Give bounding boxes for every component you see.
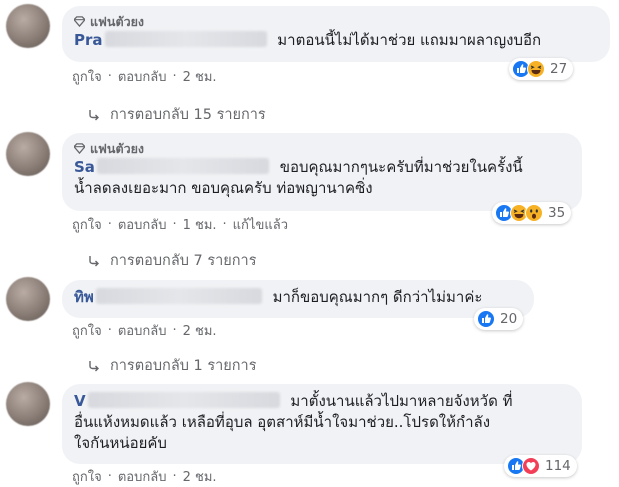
like-link[interactable]: ถูกใจ bbox=[72, 214, 102, 235]
comment-text-line: Pra มาตอนนี้ไม่ได้มาช่วย แถมมาผลาญงบอีก bbox=[74, 30, 598, 51]
reply-arrow-icon bbox=[89, 360, 99, 371]
separator: · bbox=[107, 469, 112, 484]
comment-text-line: V มาตั้งนานแล้วไปมาหลายจังหวัด ที่ bbox=[74, 391, 570, 412]
timestamp[interactable]: 2 ชม. bbox=[183, 466, 217, 487]
blurred-name bbox=[95, 288, 262, 304]
comment-actions: ถูกใจ · ตอบกลับ · 2 ชม. bbox=[72, 320, 217, 341]
comment-text: มาตั้งนานแล้วไปมาหลายจังหวัด ที่ bbox=[290, 392, 513, 410]
diamond-icon bbox=[74, 143, 85, 154]
comment-text: มาตอนนี้ไม่ได้มาช่วย แถมมาผลาญงบอีก bbox=[277, 31, 542, 49]
reply-link[interactable]: ตอบกลับ bbox=[118, 66, 167, 87]
comment-text: น้ำลดลงเยอะมาก ขอบคุณครับ ท่อพญานาคซิ่ง bbox=[74, 179, 373, 197]
author-name[interactable]: Pra bbox=[74, 31, 103, 49]
like-link[interactable]: ถูกใจ bbox=[72, 320, 102, 341]
avatar[interactable] bbox=[6, 277, 50, 321]
comment-bubble: แฟนตัวยง Pra มาตอนนี้ไม่ได้มาช่วย แถมมาผ… bbox=[62, 6, 610, 62]
separator: · bbox=[172, 69, 177, 84]
comment-bubble: แฟนตัวยง Sa ขอบคุณมากๆนะครับที่มาช่วยในค… bbox=[62, 133, 582, 211]
avatar[interactable] bbox=[6, 132, 50, 176]
comment-text-line: อื่นแห้งหมดแล้ว เหลือที่อุบล อุตสาห์มีน้… bbox=[74, 412, 570, 433]
top-fan-badge: แฟนตัวยง bbox=[74, 13, 598, 30]
badge-label: แฟนตัวยง bbox=[90, 13, 145, 29]
view-replies-link[interactable]: การตอบกลับ 1 รายการ bbox=[88, 354, 257, 377]
separator: · bbox=[107, 323, 112, 338]
haha-reaction-icon bbox=[527, 60, 545, 78]
reactions-summary[interactable]: 35 bbox=[492, 202, 572, 224]
top-fan-badge: แฟนตัวยง bbox=[74, 140, 570, 157]
timestamp[interactable]: 1 ชม. bbox=[183, 214, 217, 235]
comment-text-line: Sa ขอบคุณมากๆนะครับที่มาช่วยในครั้งนี้ bbox=[74, 157, 570, 178]
separator: · bbox=[172, 323, 177, 338]
reply-arrow-icon bbox=[89, 109, 99, 120]
comment-text: ขอบคุณมากๆนะครับที่มาช่วยในครั้งนี้ bbox=[279, 158, 523, 176]
reply-link[interactable]: ตอบกลับ bbox=[118, 466, 167, 487]
timestamp[interactable]: 2 ชม. bbox=[183, 66, 217, 87]
comment-bubble: V มาตั้งนานแล้วไปมาหลายจังหวัด ที่ อื่นแ… bbox=[62, 384, 582, 464]
comment-text: อื่นแห้งหมดแล้ว เหลือที่อุบล อุตสาห์มีน้… bbox=[74, 413, 491, 431]
comment-actions: ถูกใจ · ตอบกลับ · 2 ชม. bbox=[72, 466, 217, 487]
timestamp[interactable]: 2 ชม. bbox=[183, 320, 217, 341]
author-name[interactable]: ทิพ bbox=[74, 288, 94, 306]
view-replies-link[interactable]: การตอบกลับ 7 รายการ bbox=[88, 249, 257, 272]
reaction-count: 27 bbox=[550, 61, 568, 77]
edited-label[interactable]: แก้ไขแล้ว bbox=[233, 214, 288, 235]
comment-text-line: ใจกันหน่อยคับ bbox=[74, 433, 570, 454]
reply-link[interactable]: ตอบกลับ bbox=[118, 320, 167, 341]
diamond-icon bbox=[74, 16, 85, 27]
author-name[interactable]: Sa bbox=[74, 158, 95, 176]
like-link[interactable]: ถูกใจ bbox=[72, 466, 102, 487]
author-name[interactable]: V bbox=[74, 392, 86, 410]
view-replies-link[interactable]: การตอบกลับ 15 รายการ bbox=[88, 103, 266, 126]
reaction-count: 35 bbox=[548, 205, 566, 221]
avatar[interactable] bbox=[6, 4, 50, 48]
reply-arrow-icon bbox=[89, 255, 99, 266]
avatar[interactable] bbox=[6, 382, 50, 426]
reply-link[interactable]: ตอบกลับ bbox=[118, 214, 167, 235]
comment-text: ใจกันหน่อยคับ bbox=[74, 434, 167, 452]
replies-count-label: การตอบกลับ 15 รายการ bbox=[110, 107, 266, 123]
love-reaction-icon bbox=[522, 457, 540, 475]
comment-actions: ถูกใจ · ตอบกลับ · 1 ชม. · แก้ไขแล้ว bbox=[72, 214, 288, 235]
separator: · bbox=[172, 469, 177, 484]
replies-count-label: การตอบกลับ 1 รายการ bbox=[110, 358, 257, 374]
comment-text-line: น้ำลดลงเยอะมาก ขอบคุณครับ ท่อพญานาคซิ่ง bbox=[74, 178, 570, 199]
wow-reaction-icon bbox=[525, 204, 543, 222]
separator: · bbox=[222, 217, 227, 232]
comment-bubble: ทิพ มาก็ขอบคุณมากๆ ดีกว่าไม่มาค่ะ bbox=[62, 280, 534, 318]
reaction-count: 20 bbox=[500, 311, 518, 327]
blurred-name bbox=[104, 31, 267, 47]
comment-text-line: ทิพ มาก็ขอบคุณมากๆ ดีกว่าไม่มาค่ะ bbox=[74, 287, 522, 308]
replies-count-label: การตอบกลับ 7 รายการ bbox=[110, 253, 257, 269]
separator: · bbox=[107, 69, 112, 84]
comment-actions: ถูกใจ · ตอบกลับ · 2 ชม. bbox=[72, 66, 217, 87]
blurred-name bbox=[96, 158, 269, 174]
reactions-summary[interactable]: 114 bbox=[504, 455, 577, 477]
comment-text: มาก็ขอบคุณมากๆ ดีกว่าไม่มาค่ะ bbox=[272, 288, 483, 306]
reaction-count: 114 bbox=[545, 458, 571, 474]
badge-label: แฟนตัวยง bbox=[90, 140, 145, 156]
like-link[interactable]: ถูกใจ bbox=[72, 66, 102, 87]
reactions-summary[interactable]: 20 bbox=[474, 308, 524, 330]
like-reaction-icon bbox=[477, 310, 495, 328]
blurred-name bbox=[87, 392, 280, 408]
separator: · bbox=[172, 217, 177, 232]
separator: · bbox=[107, 217, 112, 232]
reactions-summary[interactable]: 27 bbox=[509, 58, 574, 80]
